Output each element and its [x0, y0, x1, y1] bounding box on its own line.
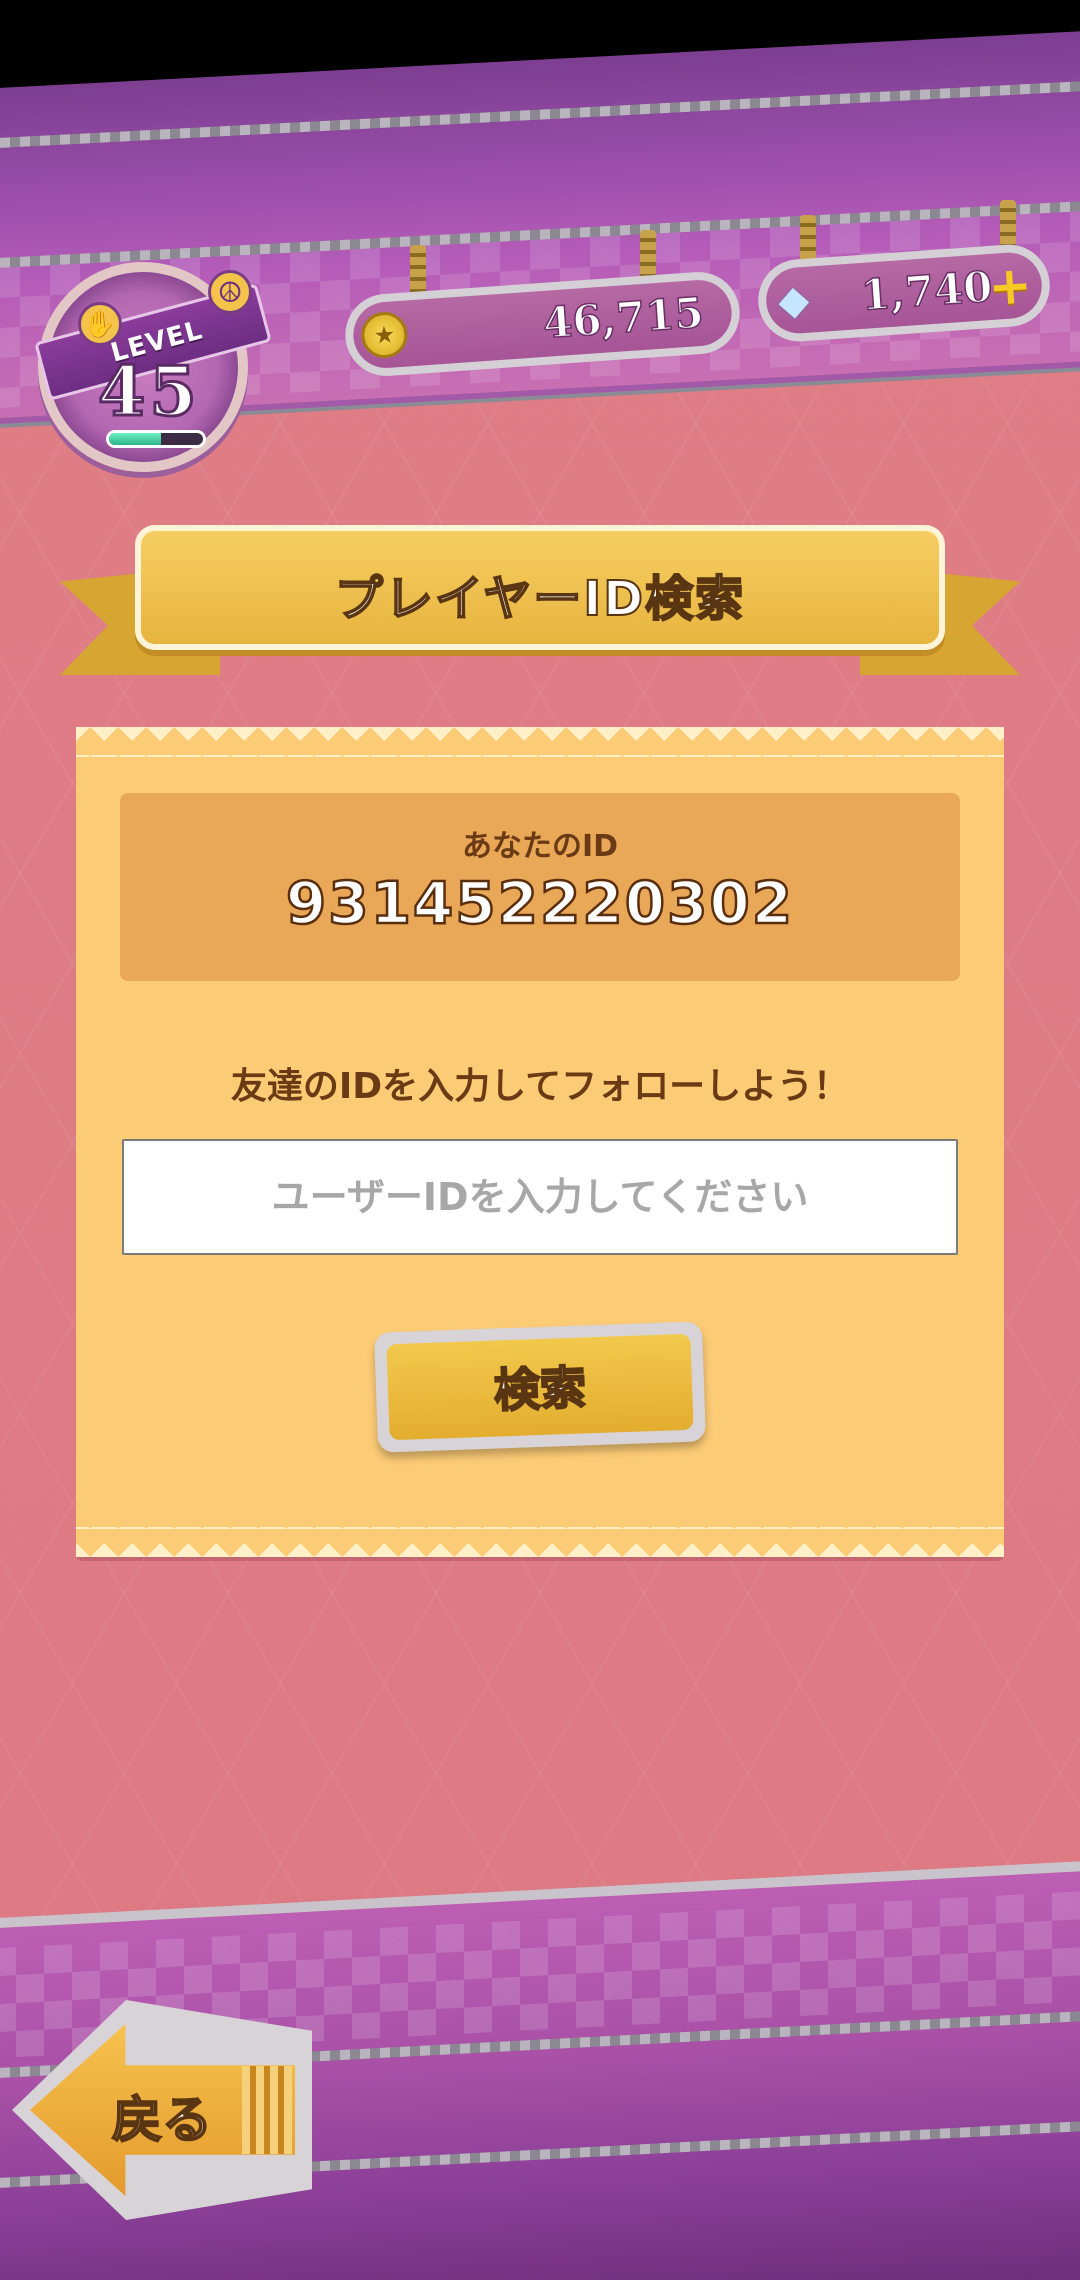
zigzag-border [76, 1527, 1004, 1557]
back-button[interactable]: 戻る [12, 2000, 312, 2220]
your-id-label: あなたのID [461, 829, 619, 864]
back-button-stripes [242, 2066, 292, 2154]
title-banner: プレイヤーID検索 [60, 525, 1020, 685]
peace-icon: ☮ [208, 270, 252, 314]
diamond-icon: ◆ [776, 276, 811, 325]
zigzag-border [76, 727, 1004, 757]
back-button-label: 戻る [111, 2090, 213, 2150]
search-button-label: 検索 [492, 1359, 588, 1418]
level-progress-bar [106, 430, 206, 448]
level-progress-fill [109, 433, 161, 445]
coin-icon: ★ [359, 310, 409, 360]
search-panel: あなたのID 931452220302 友達のIDを入力してフォローしよう！ 検… [76, 727, 1004, 1557]
follow-prompt: 友達のIDを入力してフォローしよう！ [230, 1066, 850, 1107]
level-number: 45 [97, 351, 201, 434]
user-id-input[interactable] [122, 1139, 958, 1255]
coin-value: 46,715 [541, 287, 706, 349]
level-badge[interactable]: ✋ ☮ LEVEL 45 [34, 262, 272, 472]
add-gems-plus-icon[interactable]: + [986, 255, 1034, 318]
your-id-box: あなたのID 931452220302 [120, 793, 960, 981]
search-button[interactable]: 検索 [374, 1321, 706, 1453]
gem-value: 1,740 [859, 261, 995, 321]
page-title: プレイヤーID検索 [334, 570, 746, 628]
rope-decoration [0, 79, 1080, 150]
ribbon-body: プレイヤーID検索 [135, 525, 945, 650]
your-id-value: 931452220302 [285, 868, 795, 939]
